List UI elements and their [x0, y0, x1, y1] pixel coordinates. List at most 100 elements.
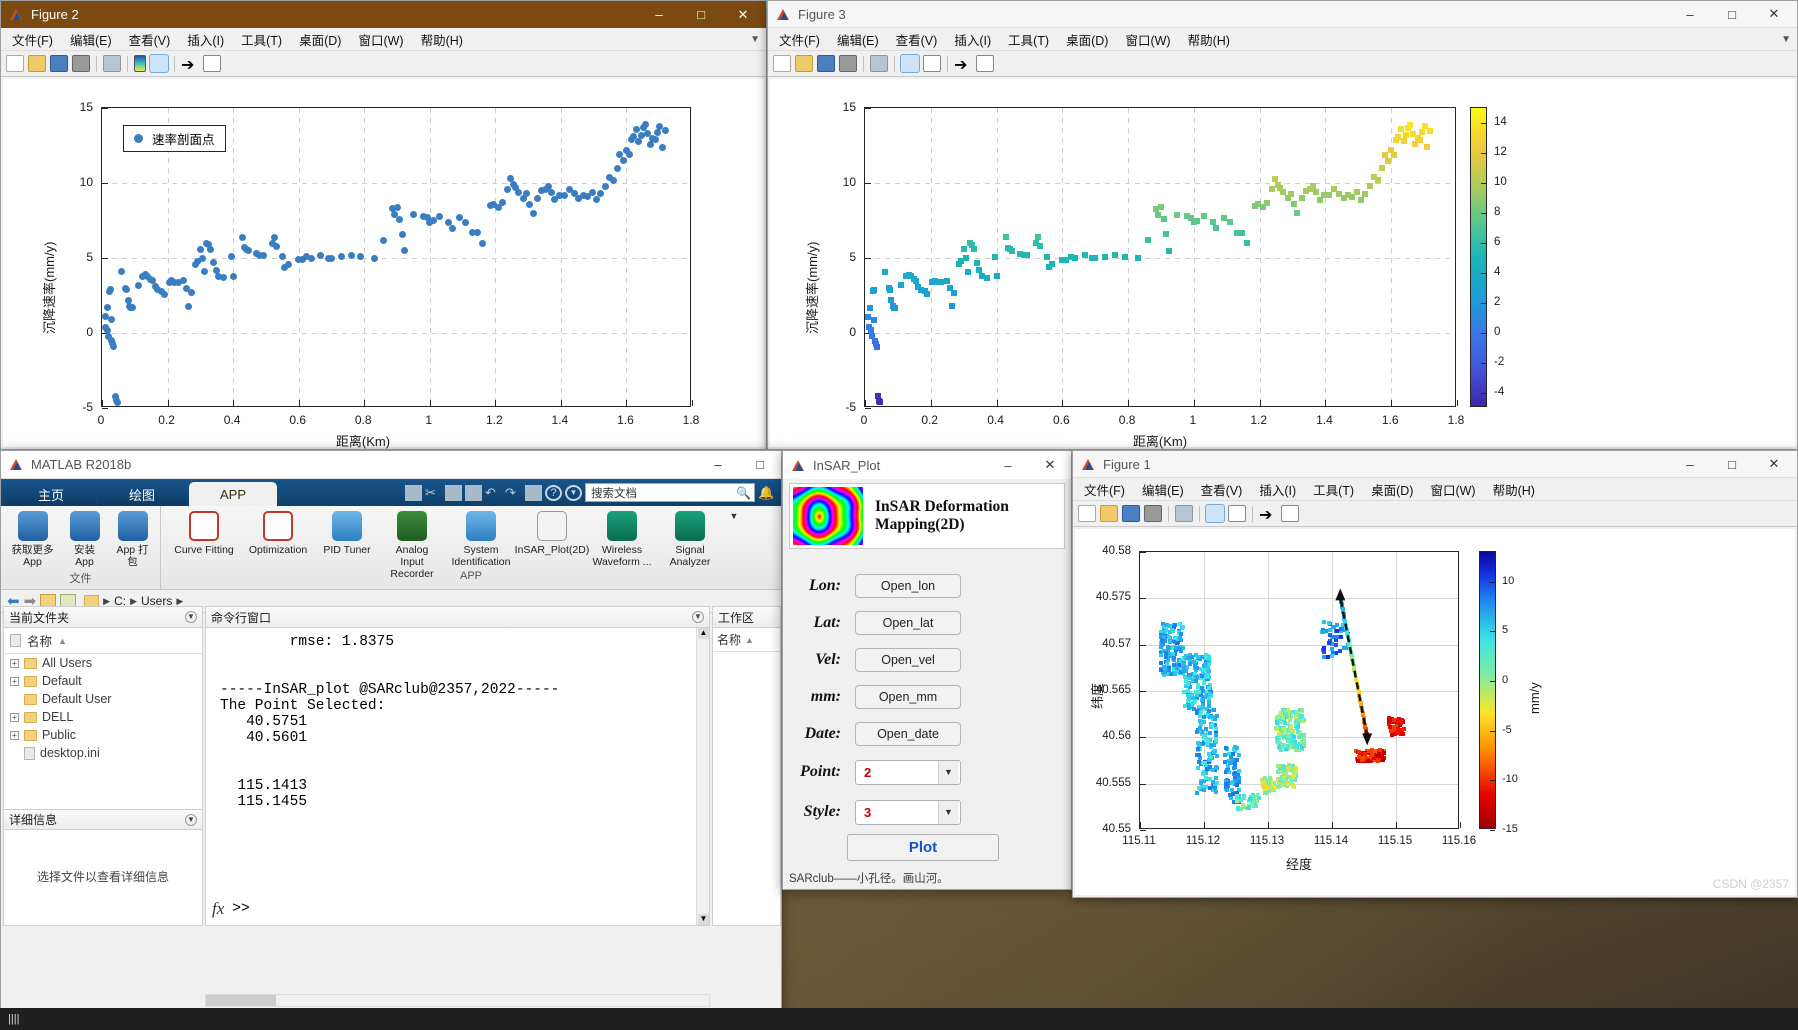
horizontal-scrollbar[interactable] [205, 994, 710, 1007]
print-icon[interactable] [72, 55, 90, 72]
figure-1-window[interactable]: Figure 1 – □ ✕ 文件(F) 编辑(E) 查看(V) 插入(I) 工… [1072, 450, 1798, 898]
figure-2-menubar[interactable]: 文件(F) 编辑(E) 查看(V) 插入(I) 工具(T) 桌面(D) 窗口(W… [1, 28, 766, 51]
install-app-button[interactable]: 安装 App [61, 511, 109, 568]
property-editor-icon[interactable] [203, 55, 221, 72]
figure-1-colorbar[interactable] [1479, 551, 1496, 831]
figure-3-titlebar[interactable]: Figure 3 – □ ✕ [768, 1, 1797, 28]
app-pid-tuner[interactable]: PID Tuner [315, 511, 379, 556]
open-vel-button[interactable]: Open_vel [855, 647, 961, 672]
menu-edit[interactable]: 编辑(E) [1135, 478, 1191, 501]
minimize-button[interactable]: – [1669, 1, 1711, 27]
chevron-down-icon[interactable]: ▼ [692, 611, 704, 623]
menu-help[interactable]: 帮助(H) [414, 28, 470, 51]
package-app-button[interactable]: App 打包 [109, 511, 157, 568]
figure-3-toolbar[interactable]: ➔ [768, 51, 1797, 77]
search-icon[interactable]: 🔍 [736, 486, 751, 500]
insar-dialog-titlebar[interactable]: InSAR_Plot – ✕ [783, 451, 1071, 479]
switch-window-icon[interactable] [525, 484, 542, 501]
sort-ascending-icon[interactable]: ▲ [745, 635, 754, 645]
close-button[interactable]: ✕ [1753, 1, 1795, 27]
figure-2-axes[interactable] [101, 107, 693, 409]
app-curve-fitting[interactable]: Curve Fitting [167, 511, 241, 556]
pointer-icon[interactable]: ➔ [954, 55, 972, 74]
figure-2-titlebar[interactable]: Figure 2 – □ ✕ [1, 1, 766, 28]
insar-plot-dialog[interactable]: InSAR_Plot – ✕ InSAR Deformation Mapping… [782, 450, 1072, 890]
menu-edit[interactable]: 编辑(E) [830, 28, 886, 51]
point-select[interactable]: 2 ▼ [855, 759, 961, 785]
tab-apps[interactable]: APP [189, 482, 277, 506]
legend-icon[interactable] [1228, 505, 1246, 522]
figure-1-menubar[interactable]: 文件(F) 编辑(E) 查看(V) 插入(I) 工具(T) 桌面(D) 窗口(W… [1073, 478, 1797, 501]
insar-form[interactable]: Lon: Open_lon Lat: Open_lat Vel: Open_ve… [783, 553, 1071, 832]
list-item[interactable]: Default User [4, 690, 202, 708]
open-icon[interactable] [28, 55, 46, 72]
open-icon[interactable] [795, 55, 813, 72]
list-item[interactable]: + DELL [4, 708, 202, 726]
list-item[interactable]: + Public [4, 726, 202, 744]
property-editor-icon[interactable] [1281, 505, 1299, 522]
matlab-ribbon-tabs[interactable]: 主页 绘图 APP ✂ ↶ ↷ ? ▼ 搜索文档 🔍 🔔 [1, 479, 781, 506]
figure-2-window[interactable]: Figure 2 – □ ✕ 文件(F) 编辑(E) 查看(V) 插入(I) 工… [0, 0, 767, 450]
chevron-down-icon[interactable]: ▼ [938, 760, 958, 784]
new-figure-icon[interactable] [6, 55, 24, 72]
save-icon[interactable] [50, 55, 68, 72]
menu-desktop[interactable]: 桌面(D) [1364, 478, 1420, 501]
menu-view[interactable]: 查看(V) [889, 28, 945, 51]
chevron-down-icon[interactable]: ▼ [185, 611, 197, 623]
command-window-output[interactable]: rmse: 1.8375 -----InSAR_plot @SARclub@23… [206, 628, 709, 810]
current-folder-column-header[interactable]: 名称 ▲ [4, 628, 202, 654]
menu-window[interactable]: 窗口(W) [1118, 28, 1177, 51]
figure-1-titlebar[interactable]: Figure 1 – □ ✕ [1073, 451, 1797, 478]
pointer-icon[interactable]: ➔ [1259, 505, 1277, 524]
print-preview-icon[interactable] [870, 55, 888, 72]
list-item[interactable]: + Default [4, 672, 202, 690]
menu-window[interactable]: 窗口(W) [1423, 478, 1482, 501]
tab-home[interactable]: 主页 [7, 482, 95, 506]
bell-icon[interactable]: 🔔 [758, 485, 775, 501]
matlab-titlebar[interactable]: MATLAB R2018b – □ [1, 451, 781, 479]
close-button[interactable]: ✕ [722, 2, 764, 28]
command-prompt[interactable]: >> [232, 901, 249, 917]
figure-2-legend[interactable]: 速率剖面点 [123, 125, 226, 152]
menu-help[interactable]: 帮助(H) [1486, 478, 1542, 501]
property-editor-icon[interactable] [976, 55, 994, 72]
expander-icon[interactable]: + [10, 730, 19, 740]
menu-window[interactable]: 窗口(W) [351, 28, 410, 51]
plot-button[interactable]: Plot [847, 834, 999, 861]
chevron-down-icon[interactable]: ▼ [938, 800, 958, 824]
maximize-button[interactable]: □ [680, 2, 722, 28]
command-window-panel[interactable]: 命令行窗口 ▼ rmse: 1.8375 -----InSAR_plot @SA… [205, 606, 710, 926]
print-icon[interactable] [839, 55, 857, 72]
menu-insert[interactable]: 插入(I) [180, 28, 231, 51]
save-icon[interactable] [405, 484, 422, 501]
redo-icon[interactable]: ↷ [505, 485, 522, 501]
open-mm-button[interactable]: Open_mm [855, 684, 961, 709]
chevron-down-icon[interactable]: ▼ [185, 813, 197, 826]
close-button[interactable]: ✕ [1029, 452, 1071, 478]
new-figure-icon[interactable] [773, 55, 791, 72]
print-preview-icon[interactable] [103, 55, 121, 72]
undo-icon[interactable]: ↶ [485, 485, 502, 501]
menu-desktop[interactable]: 桌面(D) [1059, 28, 1115, 51]
figure-2-toolbar[interactable]: ➔ [1, 51, 766, 77]
menu-file[interactable]: 文件(F) [1077, 478, 1132, 501]
menu-view[interactable]: 查看(V) [1194, 478, 1250, 501]
pointer-icon[interactable]: ➔ [181, 55, 199, 74]
more-icon[interactable]: ▼ [565, 484, 582, 501]
app-signal-analyzer[interactable]: Signal Analyzer [657, 511, 723, 568]
command-prompt-row[interactable]: fx >> [212, 899, 250, 919]
open-lon-button[interactable]: Open_lon [855, 573, 961, 598]
list-item[interactable]: + All Users [4, 654, 202, 672]
menu-file[interactable]: 文件(F) [5, 28, 60, 51]
menu-tools[interactable]: 工具(T) [234, 28, 289, 51]
fx-icon[interactable]: fx [212, 899, 224, 919]
figure-3-axes[interactable] [864, 107, 1458, 409]
menu-insert[interactable]: 插入(I) [1252, 478, 1303, 501]
matlab-ribbon[interactable]: 获取更多 App 安装 App App 打包 文件 Curve Fitting [1, 506, 781, 590]
app-insar-plot-2d[interactable]: InSAR_Plot(2D) [515, 511, 589, 556]
menu-desktop[interactable]: 桌面(D) [292, 28, 348, 51]
expander-icon[interactable]: + [10, 676, 19, 686]
maximize-button[interactable]: □ [1711, 1, 1753, 27]
app-optimization[interactable]: Optimization [241, 511, 315, 556]
close-button[interactable]: ✕ [1753, 451, 1795, 477]
